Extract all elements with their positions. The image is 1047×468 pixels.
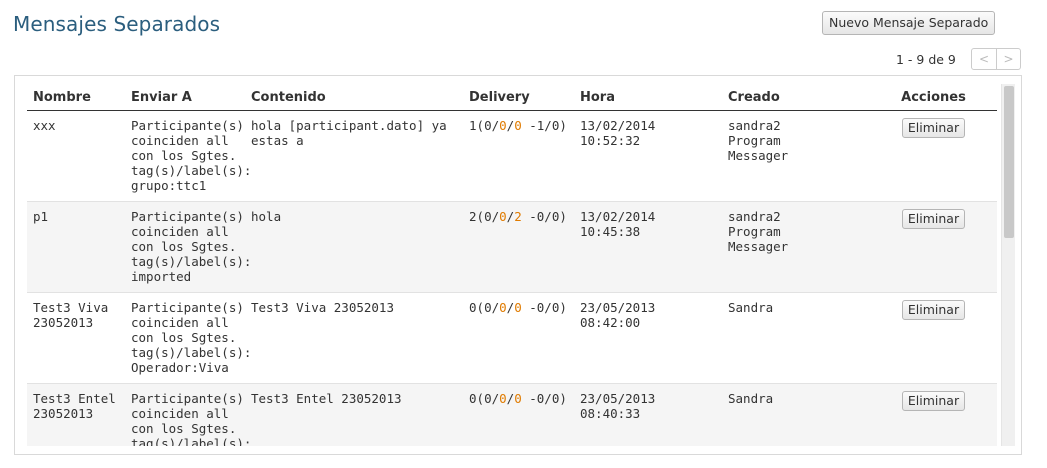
cell-delivery: 0(0/0/0 -0/0) (463, 383, 574, 446)
messages-panel: Nombre Enviar A Contenido Delivery Hora … (14, 75, 1022, 455)
delivery-value-c: 0 (514, 390, 522, 406)
delivery-prefix: 0( (469, 299, 485, 315)
table-row: p1 Participante(s) coinciden all con los… (27, 201, 997, 292)
cell-nombre: p1 (33, 208, 49, 224)
delivery-value-b: 0 (499, 299, 507, 315)
pager-prev-button[interactable]: < (972, 49, 996, 69)
column-header-creado[interactable]: Creado (722, 84, 868, 111)
delete-button[interactable]: Eliminar (901, 390, 966, 411)
cell-hora: 13/02/2014 10:52:32 (580, 117, 656, 148)
cell-nombre: Test3 Entel 23052013 (33, 390, 116, 421)
delivery-suffix: -0/0) (521, 390, 567, 406)
cell-contenido: Test3 Viva 23052013 (251, 299, 394, 315)
delivery-value-b: 0 (499, 117, 507, 133)
cell-creado: Sandra (728, 390, 774, 406)
delivery-separator: / (491, 117, 500, 133)
delivery-value-c: 2 (514, 208, 522, 224)
cell-enviar-a: Participante(s) coinciden all con los Sg… (131, 299, 252, 375)
delivery-suffix: -1/0) (521, 117, 567, 133)
delivery-value-c: 0 (514, 117, 522, 133)
cell-delivery: 1(0/0/0 -1/0) (463, 110, 574, 201)
scrollbar-thumb[interactable] (1004, 86, 1014, 238)
cell-contenido: hola (251, 208, 282, 224)
cell-creado: sandra2 Program Messager (728, 117, 789, 163)
cell-contenido: Test3 Entel 23052013 (251, 390, 402, 406)
delivery-suffix: -0/0) (521, 299, 567, 315)
delivery-value-b: 0 (499, 390, 507, 406)
delivery-value-a: 0 (484, 117, 492, 133)
page-title: Mensajes Separados (13, 12, 221, 36)
cell-enviar-a: Participante(s) coinciden all con los Sg… (131, 208, 252, 284)
delivery-separator: / (491, 208, 500, 224)
column-header-nombre[interactable]: Nombre (27, 84, 125, 111)
cell-contenido: hola [participant.dato] ya estas a (251, 117, 447, 148)
messages-table-container: Nombre Enviar A Contenido Delivery Hora … (27, 84, 997, 446)
pager-controls: < > (971, 48, 1021, 70)
cell-hora: 13/02/2014 10:45:38 (580, 208, 656, 239)
cell-acciones: Eliminar (868, 292, 997, 383)
cell-delivery: 2(0/0/2 -0/0) (463, 201, 574, 292)
column-header-delivery[interactable]: Delivery (463, 84, 574, 111)
delete-button[interactable]: Eliminar (901, 299, 966, 320)
delivery-value-a: 0 (484, 390, 492, 406)
cell-nombre: xxx (33, 117, 56, 133)
pager-range: 1 - 9 de 9 (896, 52, 956, 67)
cell-creado: sandra2 Program Messager (728, 208, 789, 254)
pager-next-button[interactable]: > (996, 49, 1020, 69)
vertical-scrollbar[interactable] (1001, 84, 1015, 446)
column-header-acciones: Acciones (868, 84, 997, 111)
cell-acciones: Eliminar (868, 201, 997, 292)
cell-nombre: Test3 Viva 23052013 (33, 299, 109, 330)
delivery-prefix: 1( (469, 117, 485, 133)
delivery-prefix: 2( (469, 208, 485, 224)
column-header-hora[interactable]: Hora (574, 84, 722, 111)
delete-button[interactable]: Eliminar (901, 208, 966, 229)
column-header-contenido[interactable]: Contenido (245, 84, 463, 111)
messages-table: Nombre Enviar A Contenido Delivery Hora … (27, 84, 997, 446)
delivery-prefix: 0( (469, 390, 485, 406)
cell-enviar-a: Participante(s) coinciden all con los Sg… (131, 117, 252, 193)
delivery-value-a: 0 (484, 299, 492, 315)
cell-hora: 23/05/2013 08:42:00 (580, 299, 656, 330)
table-header-row: Nombre Enviar A Contenido Delivery Hora … (27, 84, 997, 111)
cell-acciones: Eliminar (868, 110, 997, 201)
delivery-separator: / (491, 299, 500, 315)
delivery-separator: / (491, 390, 500, 406)
new-separated-message-button[interactable]: Nuevo Mensaje Separado (822, 11, 996, 35)
table-row: Test3 Viva 23052013 Participante(s) coin… (27, 292, 997, 383)
delivery-suffix: -0/0) (521, 208, 567, 224)
cell-hora: 23/05/2013 08:40:33 (580, 390, 656, 421)
table-row: xxx Participante(s) coinciden all con lo… (27, 110, 997, 201)
cell-creado: Sandra (728, 299, 774, 315)
cell-enviar-a: Participante(s) coinciden all con los Sg… (131, 390, 252, 447)
cell-delivery: 0(0/0/0 -0/0) (463, 292, 574, 383)
delivery-value-a: 0 (484, 208, 492, 224)
delete-button[interactable]: Eliminar (901, 117, 966, 138)
delivery-value-c: 0 (514, 299, 522, 315)
cell-acciones: Eliminar (868, 383, 997, 446)
column-header-enviar-a[interactable]: Enviar A (125, 84, 245, 111)
table-row: Test3 Entel 23052013 Participante(s) coi… (27, 383, 997, 446)
delivery-value-b: 0 (499, 208, 507, 224)
